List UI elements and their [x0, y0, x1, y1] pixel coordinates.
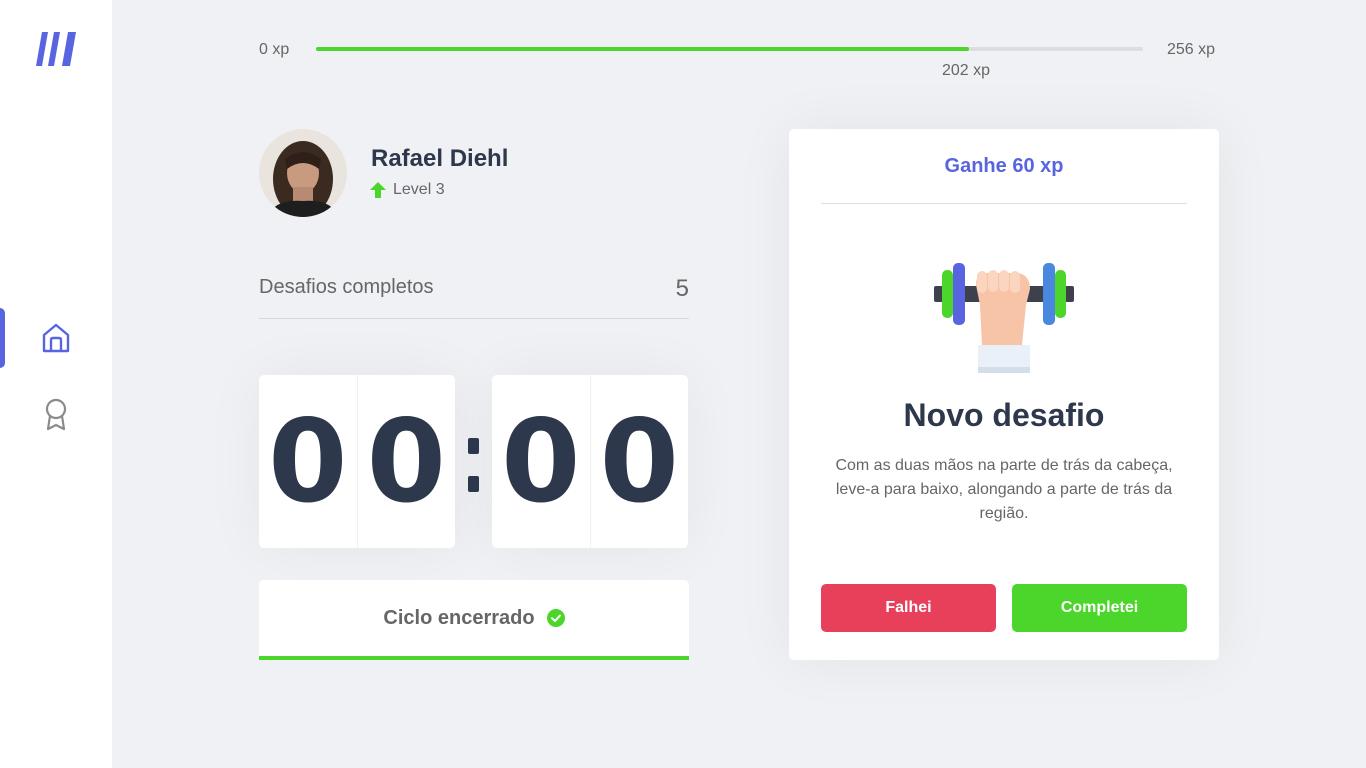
award-icon: [45, 398, 67, 431]
challenge-reward: Ganhe 60 xp: [821, 129, 1187, 204]
countdown-separator: [468, 438, 480, 494]
minute-digit-tens: 0: [259, 375, 358, 548]
xp-min-label: 0 xp: [259, 41, 290, 58]
countdown-minutes: 0 0: [259, 375, 455, 548]
xp-current-label: 202 xp: [942, 62, 991, 79]
countdown-seconds: 0 0: [492, 375, 688, 548]
second-digit-ones: 0: [599, 395, 679, 528]
active-nav-indicator: [0, 308, 5, 368]
moveit-logo: [36, 32, 76, 66]
dumbbell-icon: [934, 263, 1074, 373]
completed-challenges-label: Desafios completos: [259, 276, 434, 298]
sidebar-item-home[interactable]: [40, 322, 72, 354]
completed-challenges-count: 5: [675, 275, 689, 302]
completed-challenges: Desafios completos 5: [259, 270, 689, 319]
profile-name: Rafael Diehl: [371, 145, 509, 172]
home-icon: [42, 323, 70, 353]
xp-max-label: 256 xp: [1167, 41, 1216, 58]
cycle-finished-button[interactable]: Ciclo encerrado: [259, 580, 689, 660]
sidebar: [0, 0, 112, 768]
challenge-title: Novo desafio: [903, 397, 1105, 433]
cycle-button-label: Ciclo encerrado: [383, 606, 535, 629]
arrow-up-icon: [370, 182, 386, 198]
profile-level: Level 3: [370, 181, 445, 199]
challenge-completed-button[interactable]: Completei: [1012, 584, 1187, 632]
sidebar-item-leaderboard[interactable]: [40, 397, 72, 431]
minute-digit-ones: 0: [366, 395, 446, 528]
challenge-failed-button[interactable]: Falhei: [821, 584, 996, 632]
check-circle-icon: [546, 609, 565, 627]
challenge-card: Ganhe 60 xp Novo desafio Com as duas mão…: [789, 129, 1219, 660]
second-digit-tens: 0: [492, 375, 591, 548]
challenge-description: Com as duas mãos na parte de trás da cab…: [835, 457, 1173, 522]
experience-bar: [316, 47, 1143, 51]
avatar: [259, 129, 347, 217]
experience-bar-fill: [316, 47, 969, 51]
level-label: Level 3: [393, 181, 445, 198]
